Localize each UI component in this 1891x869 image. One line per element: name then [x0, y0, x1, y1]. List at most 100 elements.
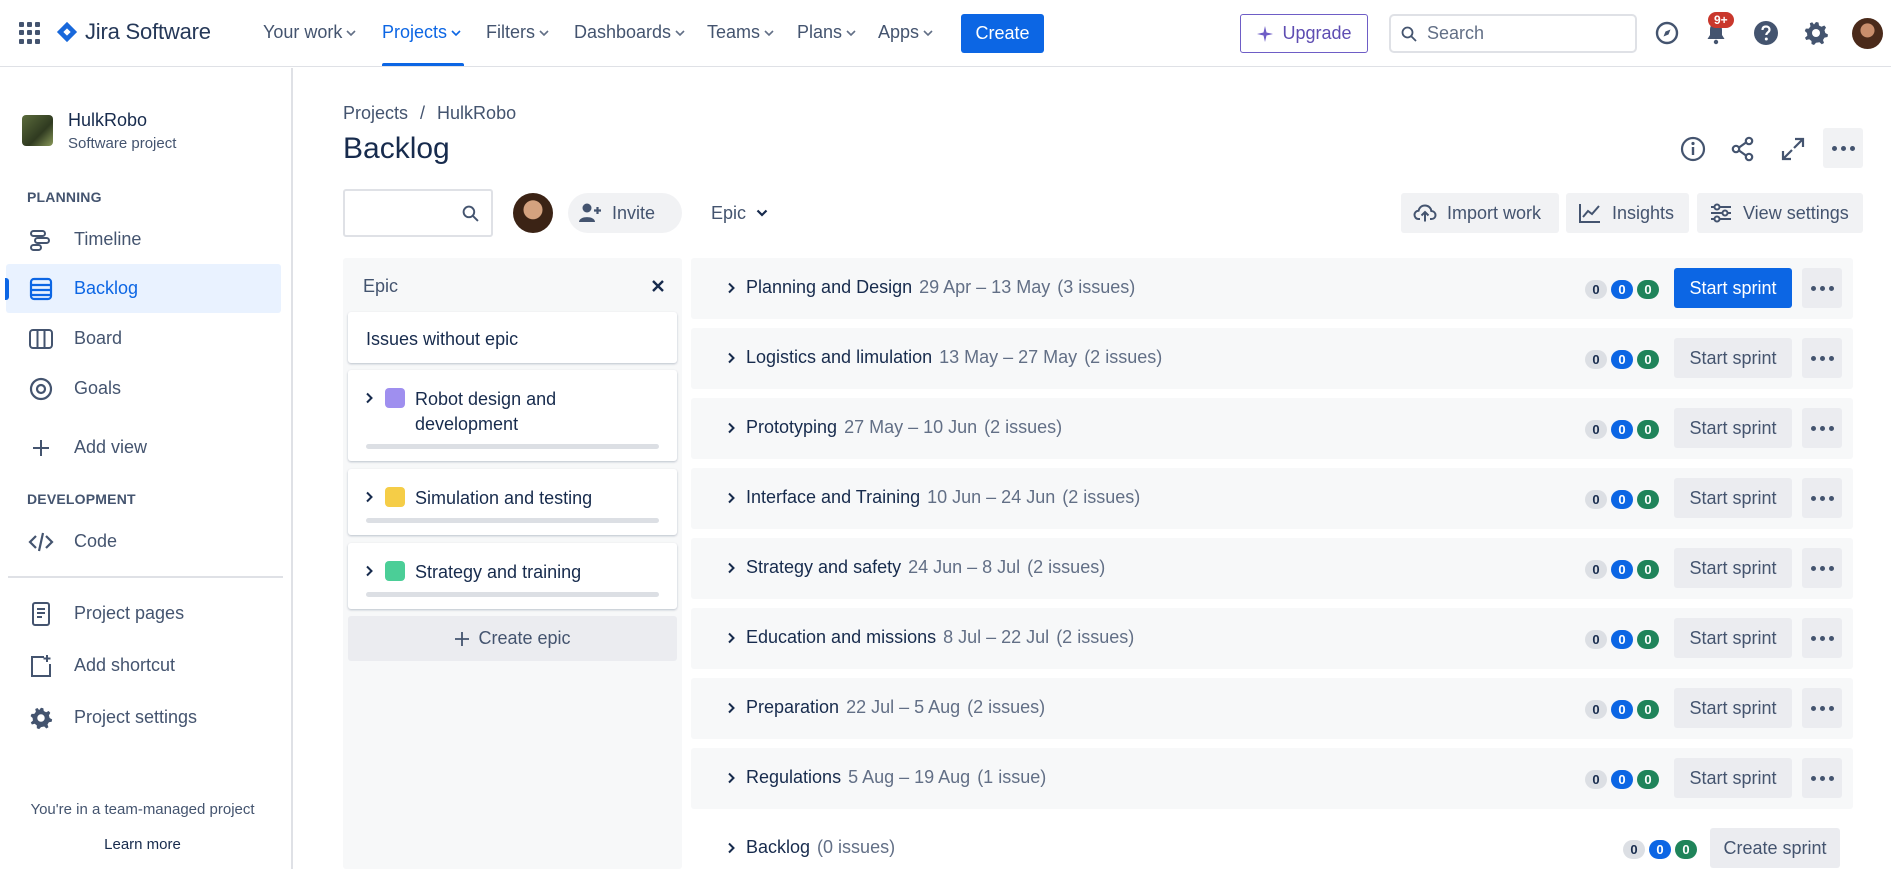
- project-name[interactable]: HulkRobo: [68, 110, 147, 131]
- nav-dashboards[interactable]: Dashboards: [574, 22, 685, 43]
- chevron-right-icon[interactable]: [363, 565, 375, 577]
- start-sprint-button[interactable]: Start sprint: [1674, 758, 1792, 798]
- sprint-row[interactable]: Regulations 5 Aug – 19 Aug (1 issue) 0 0 0 Sta…: [691, 748, 1853, 809]
- sidebar-item-goals[interactable]: Goals: [6, 364, 281, 413]
- assignee-filter-avatar[interactable]: [513, 193, 553, 233]
- chevron-right-icon[interactable]: [725, 702, 737, 714]
- chevron-right-icon[interactable]: [725, 772, 737, 784]
- share-icon[interactable]: [1729, 135, 1757, 163]
- chevron-right-icon[interactable]: [725, 492, 737, 504]
- start-sprint-button[interactable]: Start sprint: [1674, 408, 1792, 448]
- sprint-name: Education and missions: [746, 627, 937, 647]
- view-settings-button[interactable]: View settings: [1697, 193, 1863, 233]
- sprint-more-button[interactable]: [1802, 548, 1842, 588]
- breadcrumb-project[interactable]: HulkRobo: [437, 103, 516, 124]
- more-actions-button[interactable]: [1823, 128, 1863, 168]
- nav-plans[interactable]: Plans: [797, 22, 856, 43]
- start-sprint-button[interactable]: Start sprint: [1674, 548, 1792, 588]
- nav-filters[interactable]: Filters: [486, 22, 549, 43]
- settings-gear-icon[interactable]: [1802, 19, 1830, 47]
- upgrade-button[interactable]: Upgrade: [1240, 14, 1368, 53]
- close-icon[interactable]: [647, 275, 669, 297]
- start-sprint-button[interactable]: Start sprint: [1674, 338, 1792, 378]
- sidebar-item-code[interactable]: Code: [6, 517, 281, 566]
- sidebar-item-project-pages[interactable]: Project pages: [6, 589, 281, 638]
- chevron-right-icon[interactable]: [725, 562, 737, 574]
- plus-icon: [455, 631, 470, 646]
- epic-card-robot-design[interactable]: Robot design and development: [348, 370, 677, 461]
- expand-icon[interactable]: [1779, 135, 1807, 163]
- chevron-right-icon[interactable]: [725, 632, 737, 644]
- start-sprint-button[interactable]: Start sprint: [1674, 688, 1792, 728]
- sidebar-item-timeline[interactable]: Timeline: [6, 215, 281, 264]
- sprint-row[interactable]: Preparation 22 Jul – 5 Aug (2 issues) 0 0 0 St…: [691, 678, 1853, 739]
- insights-button[interactable]: Insights: [1566, 193, 1689, 233]
- sprint-row[interactable]: Planning and Design 29 Apr – 13 May (3 iss…: [691, 258, 1853, 319]
- chevron-right-icon[interactable]: [363, 491, 375, 503]
- start-sprint-button[interactable]: Start sprint: [1674, 268, 1792, 308]
- create-epic-button[interactable]: Create epic: [348, 616, 677, 661]
- backlog-row[interactable]: Backlog (0 issues) 0 0 0 Create sprint: [691, 818, 1853, 869]
- chevron-right-icon[interactable]: [725, 352, 737, 364]
- epic-filter-dropdown[interactable]: Epic: [711, 193, 768, 233]
- sidebar-item-backlog[interactable]: Backlog: [5, 264, 281, 313]
- app-switcher-icon[interactable]: [19, 22, 41, 44]
- start-sprint-button[interactable]: Start sprint: [1674, 478, 1792, 518]
- backlog-search-input[interactable]: [343, 189, 493, 237]
- learn-more-link[interactable]: Learn more: [0, 836, 285, 853]
- import-work-button[interactable]: Import work: [1401, 193, 1559, 233]
- nav-projects[interactable]: Projects: [382, 22, 461, 43]
- add-view-button[interactable]: Add view: [6, 423, 281, 472]
- sprint-more-button[interactable]: [1802, 408, 1842, 448]
- chevron-right-icon[interactable]: [725, 842, 737, 854]
- sprint-row[interactable]: Interface and Training 10 Jun – 24 Jun (2 …: [691, 468, 1853, 529]
- epic-card-simulation[interactable]: Simulation and testing: [348, 469, 677, 535]
- sprint-row[interactable]: Strategy and safety 24 Jun – 8 Jul (2 issu…: [691, 538, 1853, 599]
- issues-without-epic[interactable]: Issues without epic: [348, 312, 677, 363]
- project-avatar[interactable]: [22, 115, 53, 146]
- sprint-row[interactable]: Logistics and limulation 13 May – 27 May (…: [691, 328, 1853, 389]
- nav-apps[interactable]: Apps: [878, 22, 933, 43]
- todo-count: 0: [1585, 420, 1607, 439]
- sprint-more-button[interactable]: [1802, 688, 1842, 728]
- sprint-name: Prototyping: [746, 417, 838, 437]
- chevron-right-icon[interactable]: [363, 392, 375, 404]
- user-avatar[interactable]: [1852, 18, 1883, 49]
- sidebar-item-board[interactable]: Board: [6, 314, 281, 363]
- sidebar-item-project-settings[interactable]: Project settings: [6, 693, 281, 742]
- backlog-issue-count: (0 issues): [817, 837, 896, 857]
- todo-count: 0: [1585, 700, 1607, 719]
- page-title: Backlog: [343, 132, 450, 165]
- start-sprint-button[interactable]: Start sprint: [1674, 618, 1792, 658]
- chevron-right-icon[interactable]: [725, 422, 737, 434]
- sprint-more-button[interactable]: [1802, 338, 1842, 378]
- nav-apps-label: Apps: [878, 22, 920, 42]
- inprogress-count: 0: [1611, 280, 1633, 299]
- sprint-more-button[interactable]: [1802, 618, 1842, 658]
- compass-icon[interactable]: [1653, 19, 1681, 47]
- chevron-right-icon[interactable]: [725, 282, 737, 294]
- sprint-more-button[interactable]: [1802, 758, 1842, 798]
- sprint-row[interactable]: Education and missions 8 Jul – 22 Jul (2 i…: [691, 608, 1853, 669]
- more-icon: [1810, 285, 1834, 291]
- sprint-issue-count: (2 issues): [1027, 557, 1106, 577]
- create-sprint-button[interactable]: Create sprint: [1710, 828, 1840, 868]
- sprint-more-button[interactable]: [1802, 478, 1842, 518]
- search-input[interactable]: Search: [1389, 14, 1637, 53]
- more-icon: [1831, 145, 1855, 151]
- help-icon[interactable]: [1752, 19, 1780, 47]
- epic-card-strategy[interactable]: Strategy and training: [348, 543, 677, 609]
- team-managed-note: You're in a team-managed project: [30, 801, 255, 818]
- info-icon[interactable]: [1679, 135, 1707, 163]
- nav-teams[interactable]: Teams: [707, 22, 774, 43]
- sprint-more-button[interactable]: [1802, 268, 1842, 308]
- sprint-name: Regulations: [746, 767, 842, 787]
- sprint-row[interactable]: Prototyping 27 May – 10 Jun (2 issues) 0 0 0 S…: [691, 398, 1853, 459]
- nav-your-work[interactable]: Your work: [263, 22, 356, 43]
- jira-logo[interactable]: Jira Software: [56, 19, 211, 45]
- sidebar-item-add-shortcut[interactable]: Add shortcut: [6, 641, 281, 690]
- create-button[interactable]: Create: [961, 14, 1044, 53]
- sprint-dates: 13 May – 27 May: [939, 347, 1078, 367]
- breadcrumb-projects[interactable]: Projects: [343, 103, 408, 124]
- invite-button[interactable]: Invite: [568, 193, 682, 233]
